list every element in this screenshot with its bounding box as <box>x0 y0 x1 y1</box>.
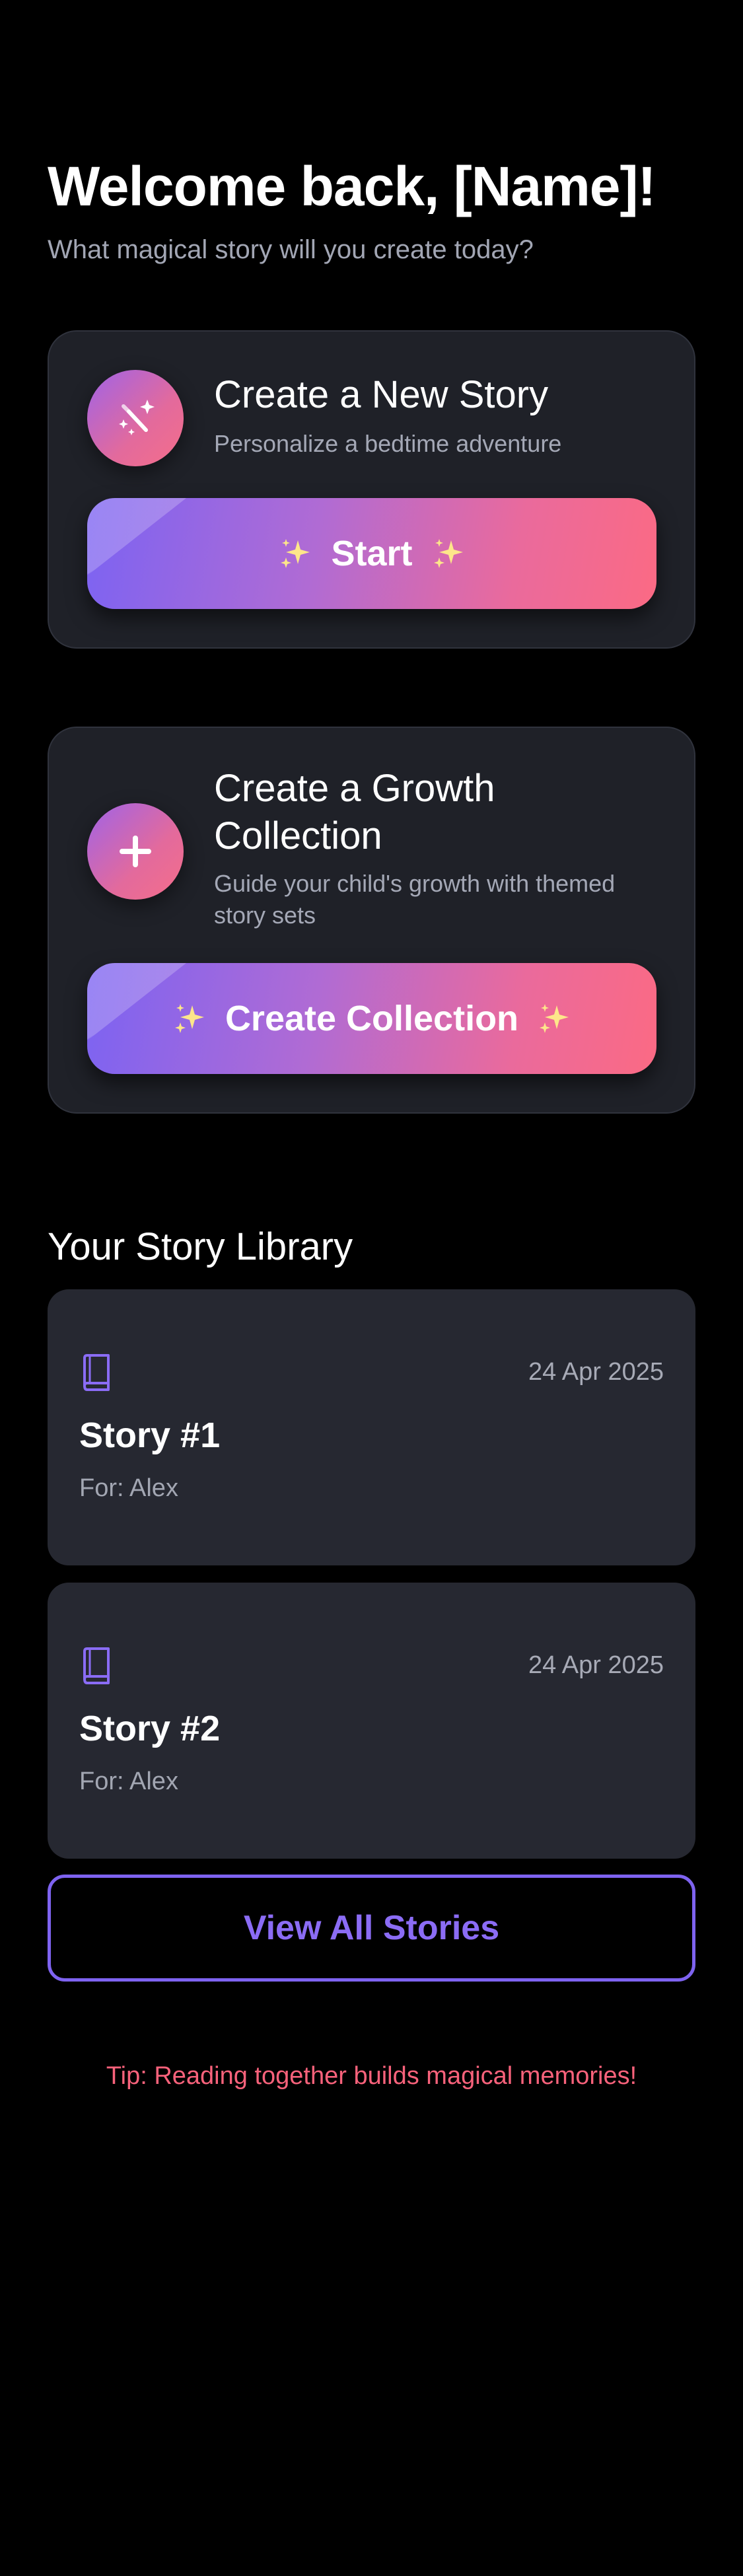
story-date: 24 Apr 2025 <box>528 1651 664 1679</box>
book-icon <box>83 1354 110 1391</box>
sparkle-icon <box>433 539 463 568</box>
create-collection-button-label: Create Collection <box>225 999 519 1038</box>
page-title: Welcome back, [Name]! <box>48 155 656 217</box>
page-subtitle: What magical story will you create today… <box>48 235 534 264</box>
story-title: Story #2 <box>79 1709 221 1748</box>
magic-wand-icon <box>87 370 184 466</box>
story-date: 24 Apr 2025 <box>528 1358 664 1386</box>
growth-collection-description: Guide your child's growth with themed st… <box>214 870 616 929</box>
book-icon <box>83 1647 110 1684</box>
growth-collection-card: Create a Growth Collection Guide your ch… <box>48 727 695 1114</box>
view-all-stories-button[interactable]: View All Stories <box>48 1875 695 1982</box>
story-library-title: Your Story Library <box>48 1225 353 1268</box>
start-button[interactable]: Start <box>87 498 656 609</box>
new-story-heading: Create a New Story <box>214 373 549 416</box>
story-card[interactable]: 24 Apr 2025 Story #1 For: Alex <box>48 1289 695 1565</box>
tip-text: Tip: Reading together builds magical mem… <box>106 2062 637 2090</box>
sparkle-icon <box>281 539 310 568</box>
story-recipient: For: Alex <box>79 1474 178 1502</box>
growth-collection-heading: Create a Growth Collection <box>214 767 495 857</box>
story-recipient: For: Alex <box>79 1768 178 1795</box>
new-story-card: Create a New Story Personalize a bedtime… <box>48 330 695 649</box>
home-screen: Welcome back, [Name]! What magical story… <box>0 0 743 2576</box>
plus-icon <box>87 803 184 900</box>
story-title: Story #1 <box>79 1415 221 1455</box>
start-button-label: Start <box>331 534 413 573</box>
sparkle-icon <box>540 1004 569 1033</box>
new-story-description: Personalize a bedtime adventure <box>214 430 562 457</box>
sparkle-icon <box>174 1004 204 1033</box>
view-all-stories-label: View All Stories <box>243 1909 500 1947</box>
create-collection-button[interactable]: Create Collection <box>87 963 656 1074</box>
story-card[interactable]: 24 Apr 2025 Story #2 For: Alex <box>48 1583 695 1859</box>
